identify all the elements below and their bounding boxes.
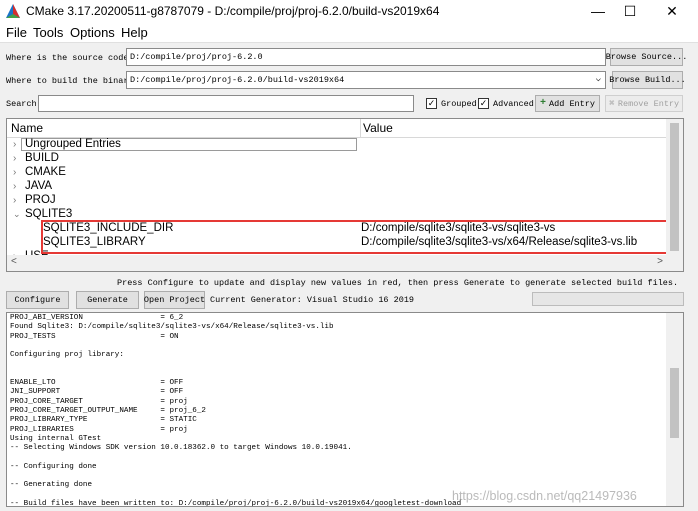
- tree-vertical-scrollbar[interactable]: [666, 119, 683, 255]
- group-label: PROJ: [25, 194, 56, 206]
- column-value-header[interactable]: Value: [363, 121, 393, 135]
- log-vertical-scrollbar[interactable]: [666, 313, 683, 506]
- menu-help[interactable]: Help: [121, 25, 148, 40]
- add-entry-button[interactable]: + Add Entry: [535, 95, 600, 112]
- chevron-down-icon[interactable]: ⌄: [13, 209, 21, 220]
- progress-bar: [532, 292, 684, 306]
- log-line: Found Sqlite3: D:/compile/sqlite3/sqlite…: [10, 323, 334, 332]
- generate-button[interactable]: Generate: [76, 291, 139, 309]
- group-label: CMAKE: [25, 166, 66, 178]
- log-line: PROJ_CORE_TARGET_OUTPUT_NAME = proj_6_2: [10, 406, 206, 415]
- chevron-right-icon[interactable]: ›: [13, 195, 16, 206]
- log-lines: PROJ_ABI_VERSION = 6_2 Found Sqlite3: D:/…: [10, 314, 462, 507]
- search-input[interactable]: [38, 95, 414, 112]
- scroll-right-icon[interactable]: >: [657, 256, 663, 267]
- maximize-button[interactable]: ☐: [610, 0, 650, 22]
- menu-options[interactable]: Options: [70, 25, 115, 40]
- log-line: ENABLE_LTO = OFF: [10, 379, 184, 388]
- menu-bar: File Tools Options Help: [0, 22, 698, 43]
- source-label: Where is the source code:: [6, 53, 134, 63]
- chevron-right-icon[interactable]: ›: [13, 181, 16, 192]
- tree-group-java[interactable]: › JAVA: [7, 180, 667, 194]
- cmake-logo-icon: [6, 4, 20, 18]
- open-project-button[interactable]: Open Project: [144, 291, 205, 309]
- tree-group-cmake[interactable]: › CMAKE: [7, 166, 667, 180]
- chevron-right-icon[interactable]: ›: [13, 167, 16, 178]
- highlight-annotation: [41, 220, 677, 254]
- log-line: PROJ_LIBRARY_TYPE = STATIC: [10, 416, 197, 425]
- grouped-label: Grouped: [441, 99, 477, 109]
- tree-group-ungrouped[interactable]: › Ungrouped Entries: [7, 138, 667, 152]
- chevron-right-icon[interactable]: ›: [13, 153, 16, 164]
- source-path-input[interactable]: D:/compile/proj/proj-6.2.0: [126, 48, 606, 66]
- log-line: -- Selecting Windows SDK version 10.0.18…: [10, 444, 352, 453]
- log-line: PROJ_TESTS = ON: [10, 332, 179, 341]
- current-generator: Current Generator: Visual Studio 16 2019: [210, 295, 415, 305]
- add-entry-label: Add Entry: [549, 98, 595, 109]
- cache-tree[interactable]: Name Value › Ungrouped Entries › BUILD ›…: [6, 118, 684, 272]
- group-label: JAVA: [25, 180, 53, 192]
- tree-header: Name Value: [7, 119, 667, 138]
- window-title: CMake 3.17.20200511-g8787079 - D:/compil…: [26, 4, 440, 18]
- chevron-down-icon[interactable]: ⌵: [596, 74, 601, 84]
- log-line: -- Configuring done: [10, 462, 97, 471]
- remove-icon: ✖: [608, 98, 615, 110]
- log-line: PROJ_CORE_TARGET = proj: [10, 397, 188, 406]
- grouped-checkbox[interactable]: ✓: [426, 98, 437, 109]
- browse-source-button[interactable]: Browse Source...: [606, 48, 687, 66]
- log-line: PROJ_ABI_VERSION = 6_2: [10, 314, 184, 322]
- log-line: Using internal GTest: [10, 434, 102, 443]
- remove-entry-label: Remove Entry: [617, 98, 680, 109]
- log-line: PROJ_LIBRARIES = proj: [10, 425, 188, 434]
- tree-horizontal-scrollbar[interactable]: < >: [7, 255, 683, 271]
- scroll-thumb[interactable]: [670, 368, 679, 438]
- plus-icon: +: [540, 98, 547, 109]
- group-label: BUILD: [25, 152, 59, 164]
- log-line: -- Build files have been written to: D:/…: [10, 499, 462, 507]
- remove-entry-button[interactable]: ✖ Remove Entry: [605, 95, 683, 112]
- output-log[interactable]: PROJ_ABI_VERSION = 6_2 Found Sqlite3: D:/…: [6, 312, 684, 507]
- log-line: -- Generating done: [10, 481, 93, 490]
- group-label: Ungrouped Entries: [25, 138, 121, 150]
- tree-group-build[interactable]: › BUILD: [7, 152, 667, 166]
- build-path-combobox[interactable]: D:/compile/proj/proj-6.2.0/build-vs2019x…: [126, 71, 606, 89]
- log-line: JNI_SUPPORT = OFF: [10, 388, 184, 397]
- column-name-header[interactable]: Name: [11, 121, 43, 135]
- configure-hint: Press Configure to update and display ne…: [117, 278, 679, 288]
- advanced-checkbox[interactable]: ✓: [478, 98, 489, 109]
- log-line: Configuring proj library:: [10, 351, 124, 360]
- build-path-value: D:/compile/proj/proj-6.2.0/build-vs2019x…: [130, 75, 345, 85]
- close-button[interactable]: ✕: [652, 0, 692, 22]
- menu-file[interactable]: File: [6, 25, 27, 40]
- watermark-text: https://blog.csdn.net/qq21497936: [452, 489, 637, 503]
- search-label: Search:: [6, 99, 42, 109]
- scroll-thumb[interactable]: [670, 123, 679, 251]
- browse-build-button[interactable]: Browse Build...: [609, 71, 686, 89]
- title-bar: CMake 3.17.20200511-g8787079 - D:/compil…: [0, 0, 698, 22]
- chevron-right-icon[interactable]: ›: [13, 139, 16, 150]
- menu-tools[interactable]: Tools: [33, 25, 63, 40]
- scroll-left-icon[interactable]: <: [11, 256, 17, 267]
- group-label: SQLITE3: [25, 208, 73, 220]
- configure-button[interactable]: Configure: [6, 291, 69, 309]
- advanced-label: Advanced: [493, 99, 534, 109]
- tree-group-proj[interactable]: › PROJ: [7, 194, 667, 208]
